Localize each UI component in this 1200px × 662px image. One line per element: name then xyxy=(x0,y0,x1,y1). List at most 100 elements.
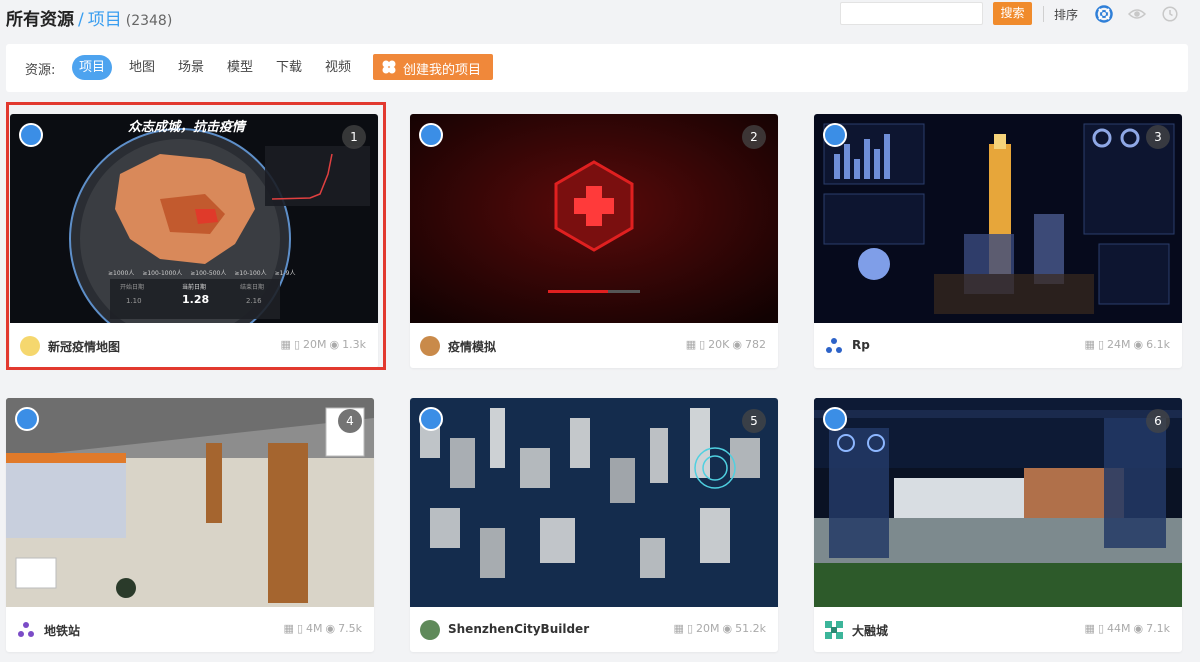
chip-project[interactable]: 项目 xyxy=(72,55,113,80)
epidemic-sim-image xyxy=(410,114,778,323)
breadcrumb: 所有资源 / 项目 (2348) xyxy=(6,5,172,30)
card-footer: 大融城 ▦ ▯ 44M ◉ 7.1k xyxy=(814,607,1182,652)
project-card[interactable]: 3 Rp ▦ ▯ 24M ◉ 6.1k xyxy=(814,114,1182,368)
file-size: 4M xyxy=(306,622,323,635)
file-icon: ▯ xyxy=(1097,622,1105,635)
calendar-icon: ▦ xyxy=(1084,338,1095,351)
project-thumbnail[interactable]: 4 xyxy=(6,398,374,607)
result-count: (2348) xyxy=(125,13,173,29)
file-size: 20K xyxy=(708,338,730,351)
legend-item: ≥1-9人 xyxy=(274,270,296,277)
calendar-icon: ▦ xyxy=(673,622,684,635)
card-footer: Rp ▦ ▯ 24M ◉ 6.1k xyxy=(814,323,1182,368)
create-project-button[interactable]: 创建我的项目 xyxy=(373,54,493,80)
search-input[interactable] xyxy=(840,2,983,25)
stat-current-value: 1.28 xyxy=(182,293,210,306)
shenzhen-city-image xyxy=(410,398,778,607)
view-count: 6.1k xyxy=(1146,338,1170,351)
search-button[interactable]: 搜索 xyxy=(993,2,1032,25)
sort-button[interactable]: 排序 xyxy=(1054,6,1078,23)
chip-video[interactable]: 视频 xyxy=(318,55,358,80)
filter-label: 资源: xyxy=(25,63,56,78)
chip-scene[interactable]: 场景 xyxy=(171,55,211,80)
layers-icon xyxy=(15,407,39,431)
avatar xyxy=(420,620,440,640)
layers-icon xyxy=(419,407,443,431)
create-project-label: 创建我的项目 xyxy=(403,63,482,78)
file-icon: ▯ xyxy=(296,622,304,635)
card-footer: ShenzhenCityBuilder ▦ ▯ 20M ◉ 51.2k xyxy=(410,607,778,652)
stat-current-label: 当前日期 xyxy=(182,284,207,291)
card-title[interactable]: 地铁站 xyxy=(44,622,80,639)
avatar xyxy=(825,621,843,639)
card-meta: ▦ ▯ 20K ◉ 782 xyxy=(686,338,766,351)
project-thumbnail[interactable]: 3 xyxy=(814,114,1182,323)
card-title[interactable]: 新冠疫情地图 xyxy=(48,338,120,355)
view-count: 7.5k xyxy=(338,622,362,635)
card-meta: ▦ ▯ 44M ◉ 7.1k xyxy=(1085,622,1170,635)
card-title[interactable]: Rp xyxy=(852,338,870,352)
chip-download[interactable]: 下载 xyxy=(269,55,309,80)
view-count: 7.1k xyxy=(1146,622,1170,635)
mall-scene-image xyxy=(814,398,1182,607)
covid-map-image xyxy=(10,114,378,323)
map-legend: ≥1000人 ≥100-1000人 ≥100-500人 ≥10-100人 ≥1-… xyxy=(108,268,295,277)
legend-item: ≥100-1000人 xyxy=(142,270,183,277)
project-card[interactable]: 4 地铁站 ▦ ▯ 4M ◉ 7.5k xyxy=(6,398,374,652)
project-card[interactable]: 5 ShenzhenCityBuilder ▦ ▯ 20M ◉ 51.2k xyxy=(410,398,778,652)
project-thumbnail[interactable]: 2 xyxy=(410,114,778,323)
layers-icon xyxy=(19,123,43,147)
eye-icon[interactable] xyxy=(1128,6,1146,22)
file-size: 24M xyxy=(1107,338,1131,351)
view-count: 1.3k xyxy=(342,338,366,351)
calendar-icon: ▦ xyxy=(280,338,291,351)
filter-bar: 资源: 项目 地图 场景 模型 下载 视频 创建我的项目 xyxy=(6,44,1188,92)
card-footer: 新冠疫情地图 ▦ ▯ 20M ◉ 1.3k xyxy=(10,323,378,368)
stat-start-label: 开始日期 xyxy=(120,284,145,291)
avatar xyxy=(20,336,40,356)
map-headline: 众志成城，抗击疫情 xyxy=(128,120,246,135)
card-meta: ▦ ▯ 20M ◉ 51.2k xyxy=(674,622,766,635)
avatar xyxy=(826,338,842,353)
lifebuoy-icon[interactable] xyxy=(1095,5,1113,23)
card-number-badge: 6 xyxy=(1146,409,1170,433)
project-thumbnail[interactable]: 众志成城，抗击疫情 ≥1000人 ≥100-1000人 ≥100-500人 ≥1… xyxy=(10,114,378,323)
legend-item: ≥10-100人 xyxy=(234,270,267,277)
project-card[interactable]: 众志成城，抗击疫情 ≥1000人 ≥100-1000人 ≥100-500人 ≥1… xyxy=(10,114,378,368)
file-icon: ▯ xyxy=(699,338,706,351)
card-title[interactable]: 大融城 xyxy=(852,622,888,639)
chip-model[interactable]: 模型 xyxy=(220,55,260,80)
clock-icon[interactable] xyxy=(1162,6,1178,22)
avatar xyxy=(420,336,440,356)
create-flower-icon xyxy=(382,60,396,74)
project-thumbnail[interactable]: 5 xyxy=(410,398,778,607)
legend-item: ≥100-500人 xyxy=(190,270,227,277)
layers-icon xyxy=(823,407,847,431)
project-card[interactable]: 2 疫情模拟 ▦ ▯ 20K ◉ 782 xyxy=(410,114,778,368)
stat-end-value: 2.16 xyxy=(246,297,262,305)
dashboard-city-image xyxy=(814,114,1182,323)
eye-icon: ◉ xyxy=(1133,622,1144,635)
project-thumbnail[interactable]: 6 xyxy=(814,398,1182,607)
divider xyxy=(1043,6,1044,22)
layers-icon xyxy=(419,123,443,147)
breadcrumb-section-link[interactable]: 项目 xyxy=(88,10,122,30)
view-count: 51.2k xyxy=(735,622,766,635)
chip-map[interactable]: 地图 xyxy=(122,55,162,80)
calendar-icon: ▦ xyxy=(283,622,294,635)
avatar xyxy=(18,622,34,637)
card-title[interactable]: 疫情模拟 xyxy=(448,338,496,355)
card-number-badge: 5 xyxy=(742,409,766,433)
legend-item: ≥1000人 xyxy=(108,270,135,277)
file-size: 44M xyxy=(1107,622,1131,635)
card-footer: 疫情模拟 ▦ ▯ 20K ◉ 782 xyxy=(410,323,778,368)
project-card[interactable]: 6 大融城 ▦ ▯ 44M ◉ 7.1k xyxy=(814,398,1182,652)
card-number-badge: 1 xyxy=(342,125,366,149)
card-title[interactable]: ShenzhenCityBuilder xyxy=(448,622,589,636)
file-icon: ▯ xyxy=(686,622,694,635)
card-meta: ▦ ▯ 4M ◉ 7.5k xyxy=(284,622,362,635)
eye-icon: ◉ xyxy=(732,338,742,351)
card-number-badge: 3 xyxy=(1146,125,1170,149)
page-title: 所有资源 xyxy=(6,10,74,30)
file-icon: ▯ xyxy=(293,338,301,351)
